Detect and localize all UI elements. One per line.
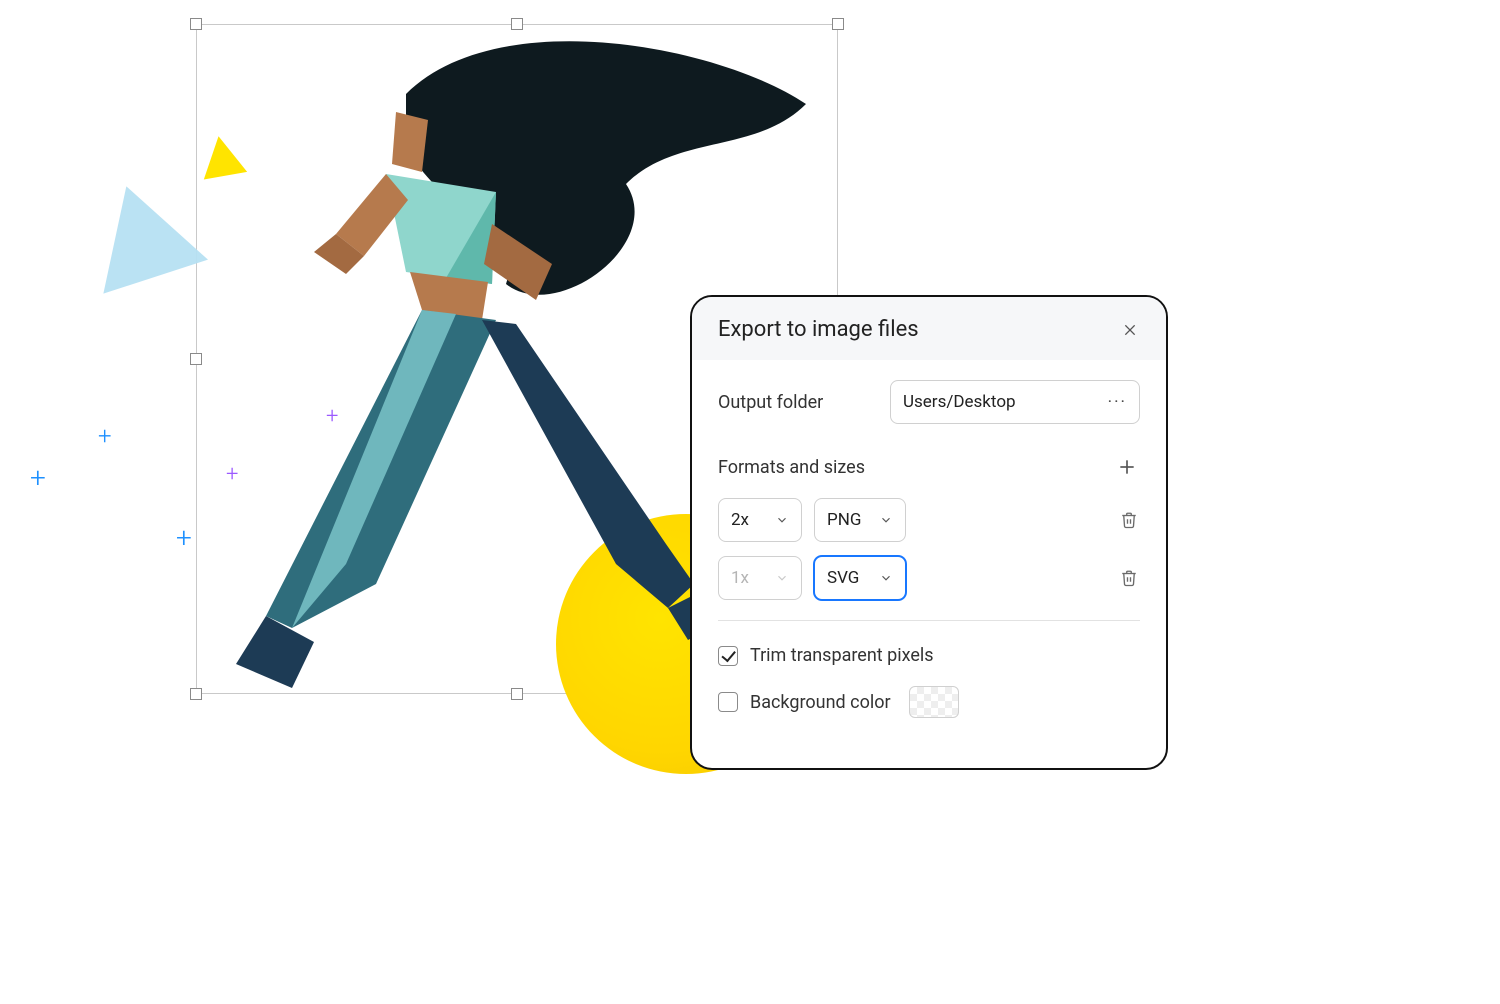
- close-icon[interactable]: [1120, 320, 1140, 340]
- size-value: 1x: [731, 568, 749, 588]
- chevron-down-icon: [879, 571, 893, 585]
- trim-transparent-checkbox[interactable]: [718, 646, 738, 666]
- chevron-down-icon: [775, 571, 789, 585]
- background-color-checkbox[interactable]: [718, 692, 738, 712]
- resize-handle-sw[interactable]: [190, 688, 202, 700]
- export-panel: Export to image files Output folder User…: [690, 295, 1168, 770]
- trim-transparent-label: Trim transparent pixels: [750, 645, 934, 666]
- resize-handle-ne[interactable]: [832, 18, 844, 30]
- resize-handle-n[interactable]: [511, 18, 523, 30]
- output-folder-label: Output folder: [718, 392, 823, 413]
- add-format-icon[interactable]: [1114, 454, 1140, 480]
- background-color-label: Background color: [750, 692, 891, 713]
- decor-triangle-lightblue: [74, 169, 208, 293]
- format-select[interactable]: PNG: [814, 498, 906, 542]
- chevron-down-icon: [879, 513, 893, 527]
- decor-plus-icon: +: [176, 524, 192, 552]
- delete-row-icon[interactable]: [1118, 509, 1140, 531]
- browse-icon: ···: [1108, 392, 1127, 412]
- resize-handle-s[interactable]: [511, 688, 523, 700]
- delete-row-icon[interactable]: [1118, 567, 1140, 589]
- resize-handle-nw[interactable]: [190, 18, 202, 30]
- resize-handle-w[interactable]: [190, 353, 202, 365]
- format-value: PNG: [827, 510, 861, 530]
- size-value: 2x: [731, 510, 749, 530]
- background-color-swatch[interactable]: [909, 686, 959, 718]
- formats-sizes-label: Formats and sizes: [718, 457, 865, 478]
- format-value: SVG: [827, 568, 859, 588]
- decor-plus-icon: +: [30, 464, 46, 492]
- export-panel-header: Export to image files: [692, 297, 1166, 360]
- size-select: 1x: [718, 556, 802, 600]
- output-folder-value: Users/Desktop: [903, 392, 1016, 412]
- size-select[interactable]: 2x: [718, 498, 802, 542]
- format-row: 1x SVG: [718, 556, 1140, 600]
- format-select[interactable]: SVG: [814, 556, 906, 600]
- decor-plus-icon: +: [98, 424, 112, 448]
- output-folder-field[interactable]: Users/Desktop ···: [890, 380, 1140, 424]
- divider: [718, 620, 1140, 621]
- chevron-down-icon: [775, 513, 789, 527]
- export-panel-title: Export to image files: [718, 317, 919, 342]
- format-row: 2x PNG: [718, 498, 1140, 542]
